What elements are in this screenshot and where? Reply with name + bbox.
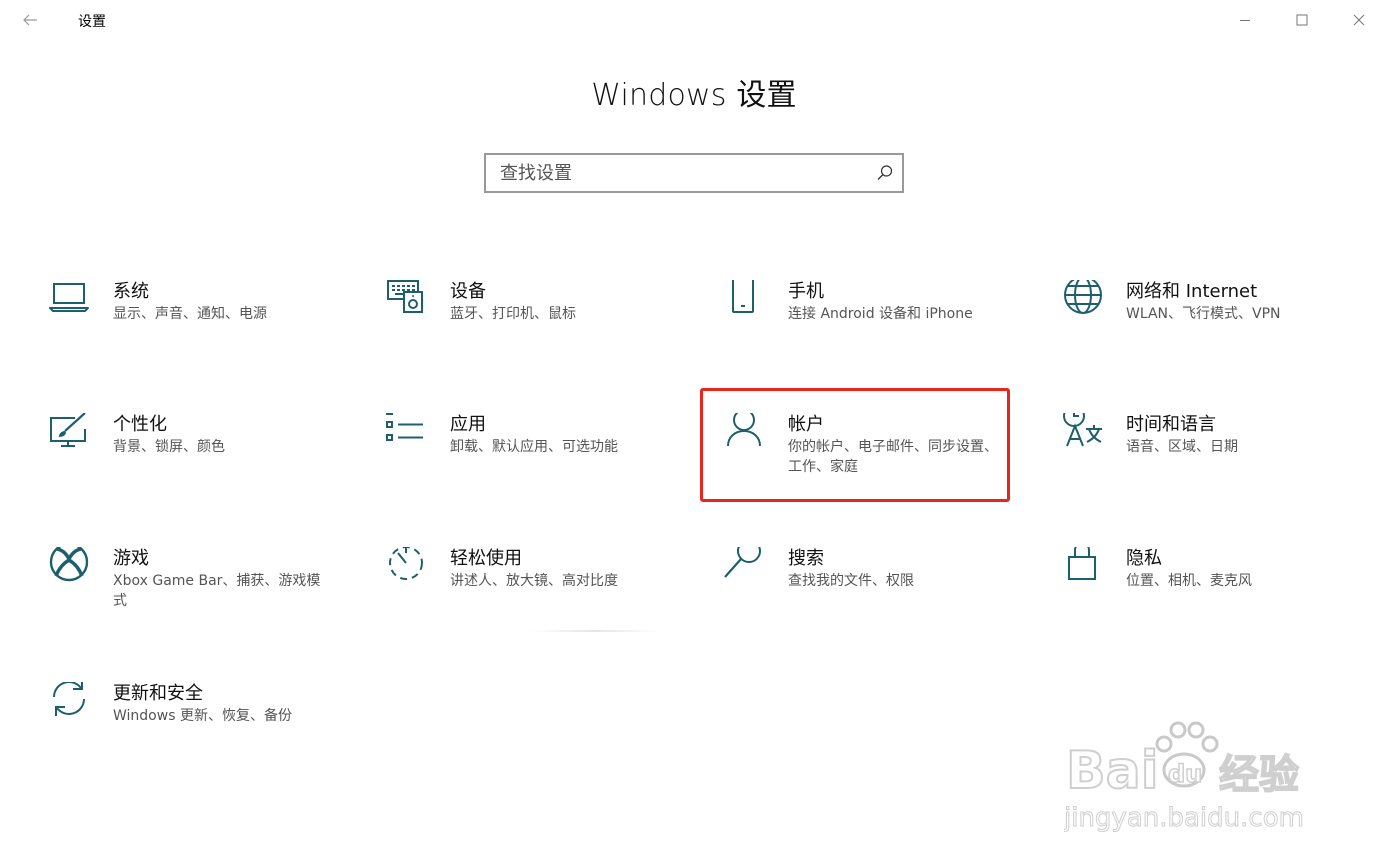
tile-description: 蓝牙、打印机、鼠标 [450,306,576,322]
tile-title: 搜索 [788,548,824,569]
back-button[interactable] [14,6,46,34]
close-icon [1353,14,1365,26]
tile-description: Windows 更新、恢复、备份 [113,708,292,724]
tile-system[interactable]: 系统 显示、声音、通知、电源 [49,280,349,380]
tile-network[interactable]: 网络和 Internet WLAN、飞行模式、VPN [1062,280,1362,380]
tile-description: 连接 Android 设备和 iPhone [788,306,973,322]
highlight-box [700,388,1010,502]
tile-description: 位置、相机、麦克风 [1126,573,1252,589]
search-input[interactable] [486,155,870,191]
svg-text:经验: 经验 [1219,752,1299,798]
tile-title: 更新和安全 [113,683,203,704]
time-language-icon [1063,413,1102,447]
tile-gaming[interactable]: 游戏 Xbox Game Bar、捕获、游戏模式 [49,547,349,647]
tile-title: 手机 [788,281,824,302]
tile-title: 系统 [113,281,149,302]
tile-ease-of-access[interactable]: 轻松使用 讲述人、放大镜、高对比度 [386,547,686,647]
close-button[interactable] [1336,0,1382,40]
svg-text:jingyan.baidu.com: jingyan.baidu.com [1064,803,1304,833]
tile-description: WLAN、飞行模式、VPN [1126,306,1281,322]
divider [530,630,660,632]
lock-icon [1068,547,1096,580]
tile-devices[interactable]: 设备 蓝牙、打印机、鼠标 [386,280,686,380]
tile-title: 轻松使用 [450,548,522,569]
tile-description: Xbox Game Bar、捕获、游戏模式 [113,573,321,609]
tile-description: 语音、区域、日期 [1126,439,1238,455]
tile-phone[interactable]: 手机 连接 Android 设备和 iPhone [724,280,1024,380]
apps-list-icon [386,413,423,441]
phone-icon [732,280,754,313]
tile-description: 讲述人、放大镜、高对比度 [450,573,618,589]
sync-icon [53,682,85,716]
tile-privacy[interactable]: 隐私 位置、相机、麦克风 [1062,547,1362,647]
tile-personalization[interactable]: 个性化 背景、锁屏、颜色 [49,413,349,513]
tile-description: 卸载、默认应用、可选功能 [450,439,618,455]
tile-time-language[interactable]: 时间和语言 语音、区域、日期 [1062,413,1362,513]
tile-title: 隐私 [1126,548,1162,569]
tile-description: 查找我的文件、权限 [788,573,914,589]
tile-title: 时间和语言 [1126,414,1216,435]
tile-description: 显示、声音、通知、电源 [113,306,267,322]
tile-apps[interactable]: 应用 卸载、默认应用、可选功能 [386,413,686,513]
arrow-left-icon [23,14,37,26]
maximize-icon [1296,14,1308,26]
xbox-icon [49,547,89,582]
devices-icon [387,280,423,313]
tile-title: 游戏 [113,548,149,569]
maximize-button[interactable] [1279,0,1325,40]
globe-icon [1064,280,1102,314]
page-title: Windows 设置 [591,78,797,113]
tile-search[interactable]: 搜索 查找我的文件、权限 [724,547,1024,647]
search-box[interactable] [484,153,904,193]
tile-description: 背景、锁屏、颜色 [113,439,225,455]
app-title: 设置 [78,14,106,30]
tile-update-security[interactable]: 更新和安全 Windows 更新、恢复、备份 [49,682,349,782]
title-bar: 设置 [0,0,1388,40]
personalization-icon [50,413,86,447]
svg-text:Bai: Bai [1066,741,1159,801]
search-icon[interactable] [876,164,894,182]
magnifier-icon [724,547,761,578]
minimize-icon [1240,20,1250,21]
tile-title: 网络和 Internet [1126,281,1258,302]
tile-title: 设备 [450,281,486,302]
svg-text:du: du [1168,760,1202,788]
laptop-icon [49,283,89,312]
minimize-button[interactable] [1222,0,1268,40]
baidu-watermark-logo: Bai du 经验 jingyan.baidu.com [1064,721,1304,834]
tile-title: 个性化 [113,414,167,435]
ease-of-access-icon [389,547,423,580]
tile-title: 应用 [450,414,486,435]
